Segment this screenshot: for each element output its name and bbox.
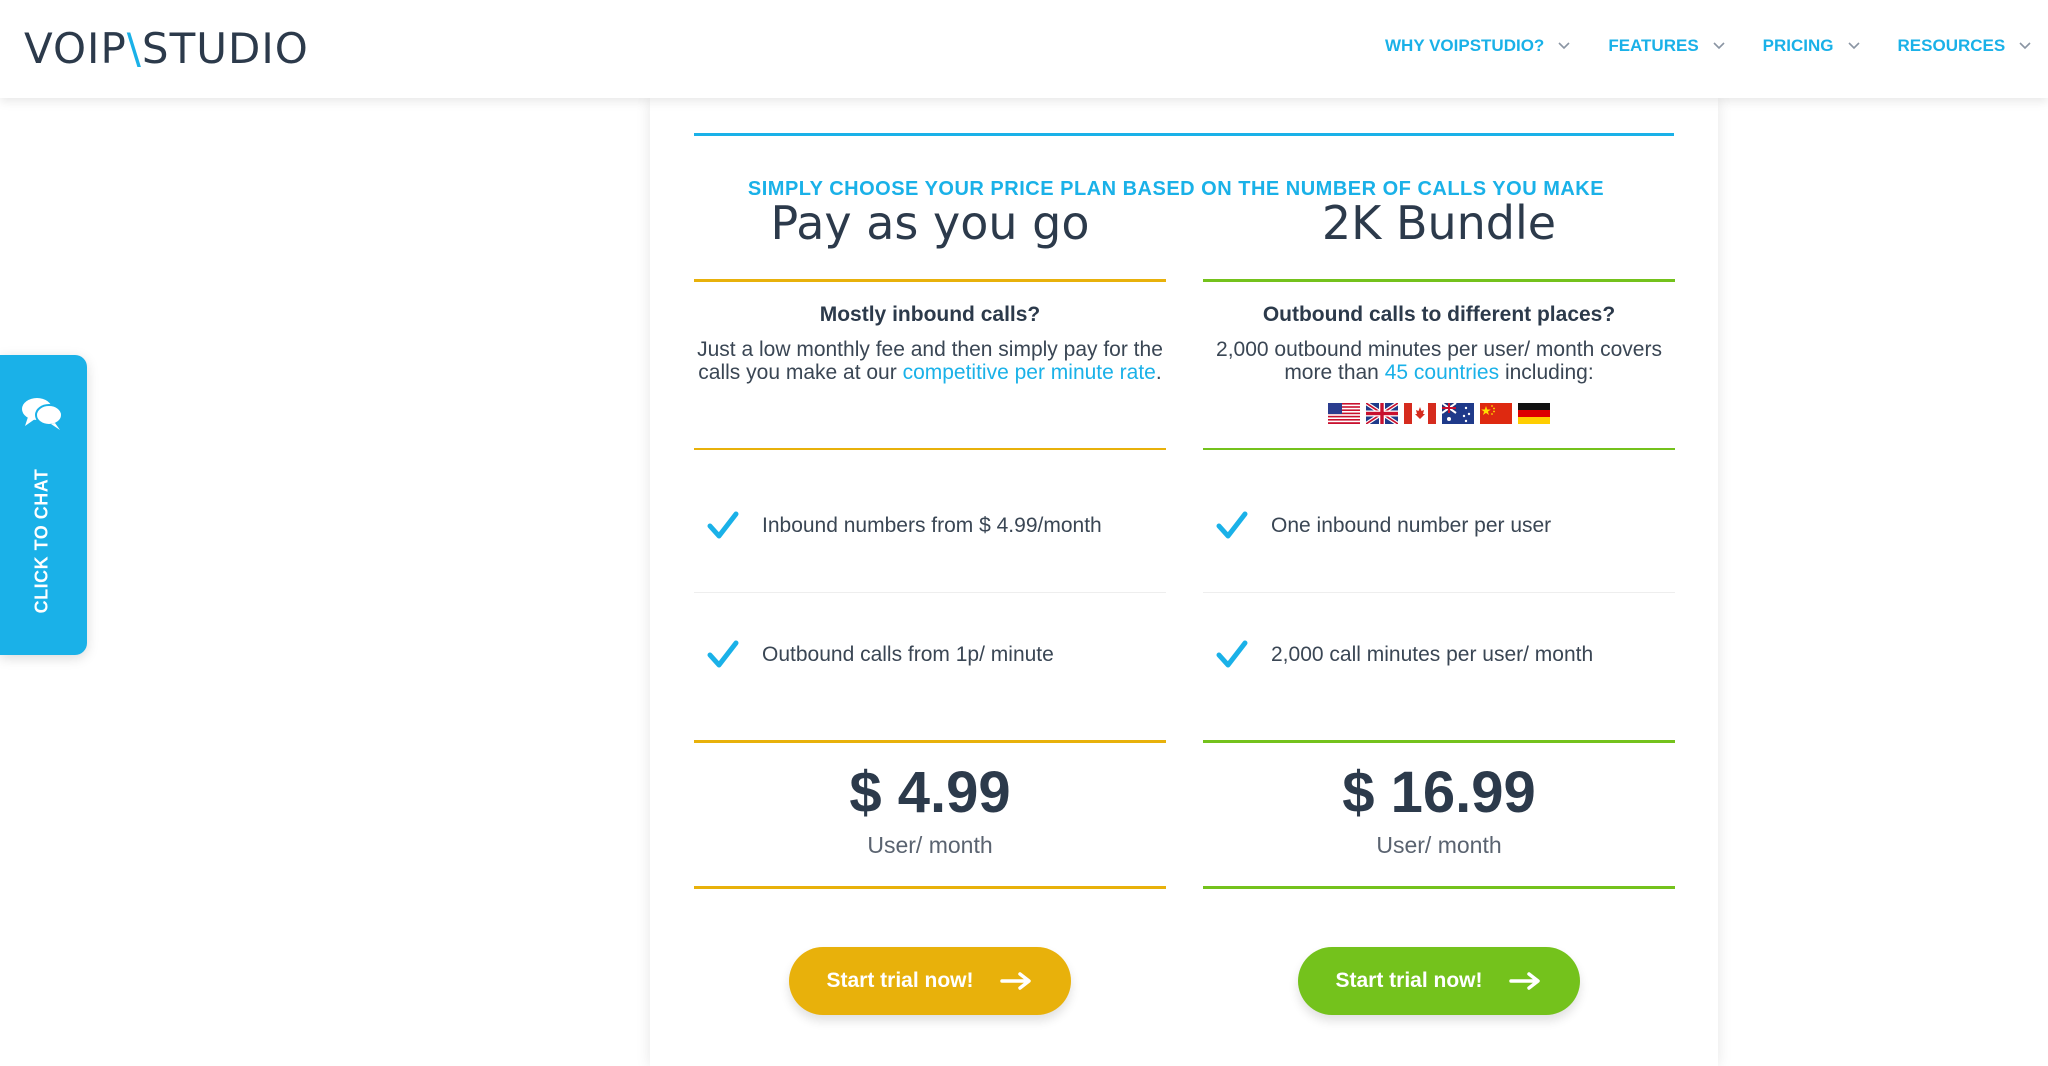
feature-text: 2,000 call minutes per user/ month <box>1271 643 1594 666</box>
logo-voip: VOIP <box>24 24 127 73</box>
nav-resources[interactable]: RESOURCES <box>1898 36 2032 56</box>
pricing-card: Simply choose your price plan based on t… <box>650 98 1718 1066</box>
feature-item: Outbound calls from 1p/ minute <box>694 633 1166 677</box>
start-trial-button[interactable]: Start trial now! <box>789 947 1071 1015</box>
price-period: User/ month <box>1376 832 1502 858</box>
plan-title: Pay as you go <box>770 196 1090 250</box>
nav-label: FEATURES <box>1608 36 1699 55</box>
chevron-down-icon <box>1558 42 1570 50</box>
country-flags <box>1203 403 1675 424</box>
plan-subtitle: Outbound calls to different places? <box>1262 303 1616 326</box>
arrow-right-icon <box>999 972 1031 990</box>
plan-price: $ 16.99 <box>1342 760 1536 825</box>
logo-slash: \ <box>126 24 142 73</box>
divider <box>694 886 1166 889</box>
divider <box>1203 740 1675 743</box>
countries-link[interactable]: 45 countries <box>1385 361 1499 384</box>
price-period: User/ month <box>867 832 993 858</box>
china-flag-icon <box>1480 403 1512 424</box>
feature-text: Outbound calls from 1p/ minute <box>762 643 1054 666</box>
logo-studio: STUDIO <box>141 24 309 73</box>
germany-flag-icon <box>1518 403 1550 424</box>
voipstudio-logo[interactable]: VOIP\STUDIO <box>24 24 309 73</box>
plan-price: $ 4.99 <box>849 760 1011 825</box>
plan-description: Just a low monthly fee and then simply p… <box>694 338 1166 384</box>
divider <box>694 448 1166 450</box>
australia-flag-icon <box>1442 403 1474 424</box>
check-icon <box>1216 511 1248 539</box>
tagline-divider <box>694 133 1674 136</box>
feature-item: Inbound numbers from $ 4.99/month <box>694 504 1166 548</box>
desc-end: . <box>1155 361 1162 384</box>
nav-why-voipstudio[interactable]: WHY VOIPSTUDIO? <box>1385 36 1570 56</box>
divider <box>694 592 1166 593</box>
start-trial-button[interactable]: Start trial now! <box>1298 947 1580 1015</box>
feature-text: Inbound numbers from $ 4.99/month <box>762 514 1102 537</box>
nav-pricing[interactable]: PRICING <box>1763 36 1860 56</box>
feature-item: 2,000 call minutes per user/ month <box>1203 633 1675 677</box>
plan-subtitle: Mostly inbound calls? <box>819 303 1041 326</box>
us-flag-icon <box>1328 403 1360 424</box>
desc-end: including: <box>1499 361 1594 384</box>
nav-features[interactable]: FEATURES <box>1608 36 1725 56</box>
arrow-right-icon <box>1508 972 1540 990</box>
competitive-rate-link[interactable]: competitive per minute rate <box>903 361 1156 384</box>
chevron-down-icon <box>1847 42 1860 50</box>
chat-bubbles-icon <box>22 398 63 430</box>
divider <box>1203 279 1675 282</box>
plan-title: 2K Bundle <box>1321 196 1557 250</box>
check-icon <box>707 511 739 539</box>
click-to-chat-tab[interactable]: CLICK TO CHAT <box>0 355 87 655</box>
uk-flag-icon <box>1366 403 1398 424</box>
site-header: VOIP\STUDIO WHY VOIPSTUDIO? FEATURES PRI… <box>0 0 2048 98</box>
divider <box>694 279 1166 282</box>
button-label: Start trial now! <box>1335 969 1483 992</box>
divider <box>1203 448 1675 450</box>
nav-label: WHY VOIPSTUDIO? <box>1385 36 1545 55</box>
divider <box>694 740 1166 743</box>
check-icon <box>707 640 739 668</box>
canada-flag-icon <box>1404 403 1436 424</box>
chevron-down-icon <box>1713 42 1725 50</box>
feature-item: One inbound number per user <box>1203 504 1675 548</box>
divider <box>1203 886 1675 889</box>
plan-description: 2,000 outbound minutes per user/ month c… <box>1203 338 1675 384</box>
check-icon <box>1216 640 1248 668</box>
nav-label: PRICING <box>1762 36 1834 55</box>
divider <box>1203 592 1675 593</box>
chevron-down-icon <box>2019 42 2031 50</box>
chat-label: CLICK TO CHAT <box>31 468 52 614</box>
nav-label: RESOURCES <box>1897 36 2006 55</box>
button-label: Start trial now! <box>826 969 974 992</box>
main-nav: WHY VOIPSTUDIO? FEATURES PRICING RESOURC… <box>1385 36 2048 56</box>
feature-text: One inbound number per user <box>1271 514 1552 537</box>
